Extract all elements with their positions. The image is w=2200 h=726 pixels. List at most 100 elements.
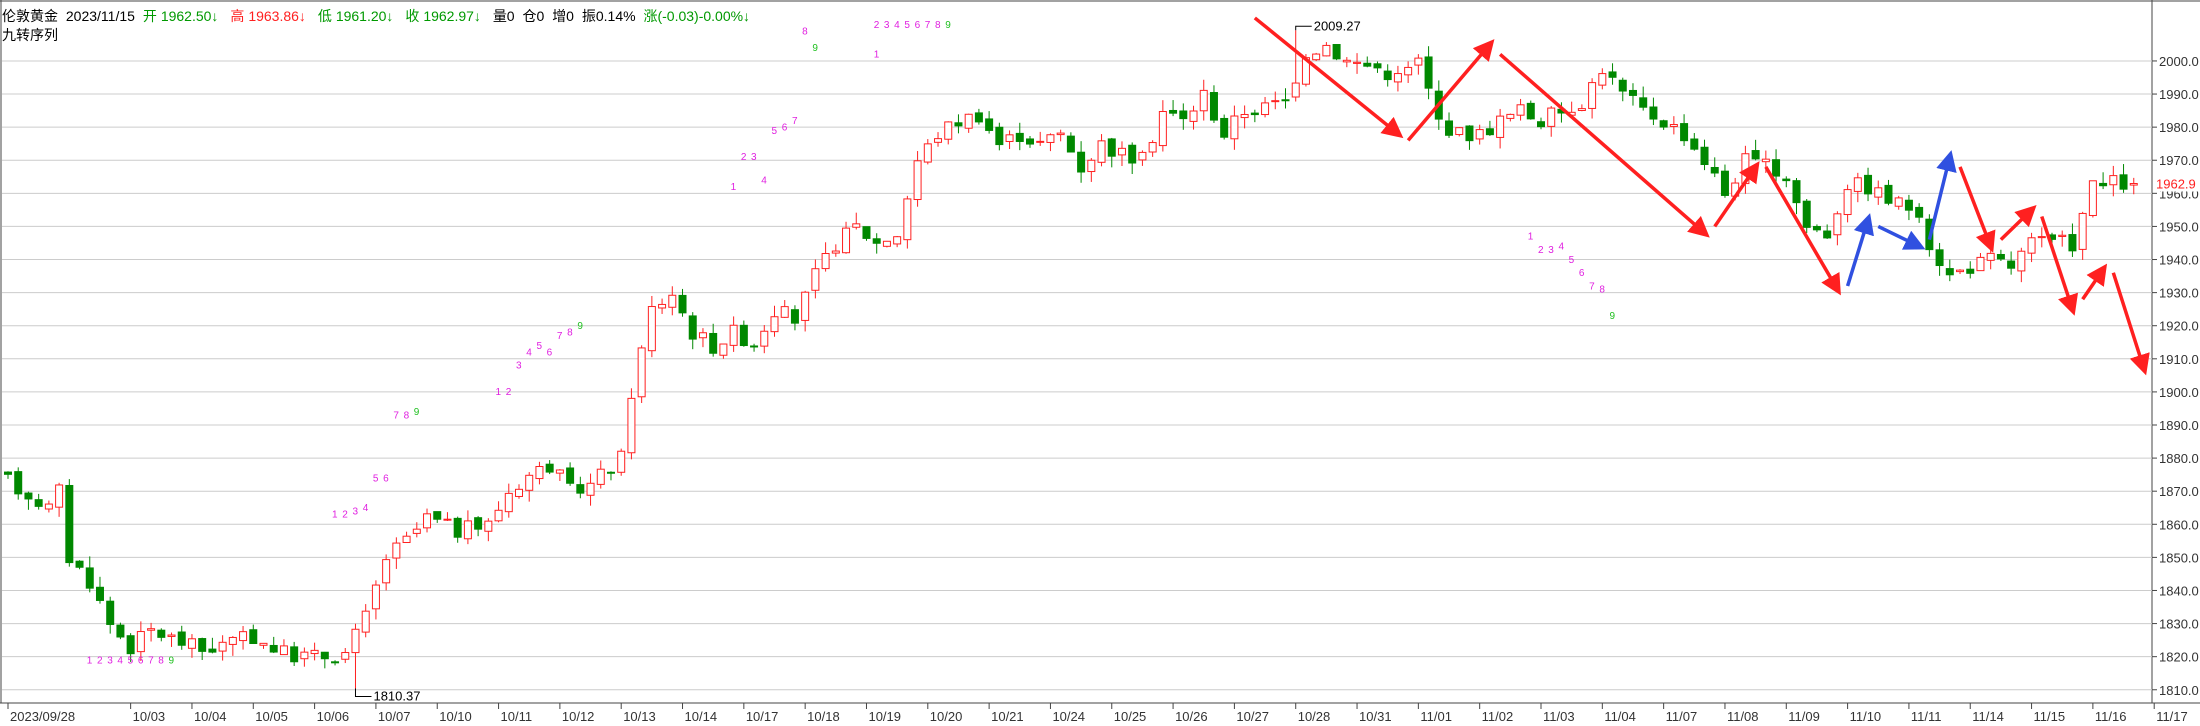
candle-body — [44, 503, 53, 510]
candlestick-chart[interactable]: 1810.0 1820.0 1830.0 1840.0 1850.0 1860.0 1870… — [0, 0, 2200, 726]
candle-down — [453, 516, 462, 543]
candle-body — [1220, 117, 1229, 138]
candle-down — [1107, 137, 1116, 168]
candle-body — [760, 330, 769, 347]
candle-body — [790, 309, 799, 324]
candle-up — [1547, 106, 1556, 137]
candle-body — [1496, 115, 1505, 138]
candle-body — [1812, 226, 1821, 231]
nine-seq-number: 8 — [1599, 285, 1605, 296]
x-tick-label: 10/20 — [930, 709, 963, 724]
candle-body — [647, 306, 656, 352]
x-tick-label: 10/03 — [133, 709, 166, 724]
candle-body — [1782, 178, 1791, 182]
candle-up — [1475, 124, 1484, 145]
candle-down — [709, 323, 718, 357]
candle-body — [1802, 200, 1811, 228]
candle-body — [2007, 260, 2016, 269]
candle-body — [34, 499, 43, 507]
candle-down — [1639, 86, 1648, 111]
candle-body — [1353, 61, 1362, 64]
candle-body — [1956, 269, 1965, 273]
candle-up — [1097, 134, 1106, 167]
candle-up — [1240, 105, 1249, 129]
candle-up — [1833, 211, 1842, 246]
x-tick-label: 10/21 — [991, 709, 1024, 724]
candle-body — [269, 644, 278, 653]
candle-body — [2088, 180, 2097, 217]
candle-body — [1179, 110, 1188, 120]
candle-up — [882, 240, 891, 248]
nine-seq-number: 6 — [547, 348, 553, 359]
candle-body — [923, 143, 932, 163]
x-tick-label: 11/15 — [2034, 709, 2066, 724]
nine-seq-number: 7 — [148, 655, 154, 666]
nine-seq-number: 3 — [516, 361, 522, 372]
candle-body — [2099, 182, 2108, 187]
nine-seq-number: 3 — [1548, 245, 1554, 256]
candle-body — [1404, 66, 1413, 76]
candle-body — [658, 303, 667, 309]
candle-body — [1864, 174, 1873, 195]
volume-readout: 量0 — [492, 8, 515, 24]
x-tick-label: 11/14 — [1972, 709, 2004, 724]
y-tick-label: 1930.0 — [2159, 286, 2199, 301]
candle-up — [147, 622, 156, 642]
candle-down — [1281, 88, 1290, 109]
y-tick-label: 1970.0 — [2159, 153, 2199, 168]
candle-body — [1945, 268, 1954, 276]
change-readout: 涨(-0.03)-0.00%↓ — [643, 8, 751, 24]
candle-body — [1547, 107, 1556, 127]
nine-seq-number: 1 — [496, 387, 502, 398]
candle-up — [1230, 105, 1239, 150]
candle-up — [2017, 247, 2026, 283]
chart-window[interactable]: 1810.0 1820.0 1830.0 1840.0 1850.0 1860.0 1870… — [0, 0, 2200, 726]
candle-up — [1669, 116, 1678, 135]
y-tick-label: 1950.0 — [2159, 219, 2199, 234]
candle-body — [2119, 174, 2128, 190]
x-tick-label: 10/05 — [255, 709, 288, 724]
candle-body — [1659, 120, 1668, 128]
candle-down — [1445, 112, 1454, 138]
candle-body — [872, 238, 881, 244]
candle-body — [576, 484, 585, 494]
candle-body — [228, 636, 237, 645]
candle-down — [1485, 120, 1494, 136]
x-tick-label: 11/11 — [1911, 709, 1942, 724]
candle-up — [1956, 269, 1965, 275]
quote-info-bar: 伦敦黄金 2023/11/15 开 1962.50↓ 高 1963.86↓ 低 196… — [2, 6, 754, 26]
candle-up — [239, 626, 248, 650]
trend-arrow — [1999, 205, 2037, 241]
candle-down — [95, 576, 104, 604]
candle-body — [1087, 159, 1096, 173]
x-tick-label: 10/11 — [501, 709, 533, 724]
y-tick-label: 1890.0 — [2159, 418, 2199, 433]
candle-body — [423, 513, 432, 529]
candle-up — [1046, 133, 1055, 152]
candle-up — [1158, 100, 1167, 152]
candle-body — [545, 463, 554, 473]
candle-down — [985, 111, 994, 134]
low-marker-label: 1810.37 — [373, 689, 420, 704]
candle-up — [2037, 227, 2046, 248]
low-marker: 1810.37 — [354, 688, 420, 704]
candle-up — [351, 623, 360, 689]
y-tick-label: 1820.0 — [2159, 650, 2199, 665]
candle-body — [555, 469, 564, 474]
candle-body — [1465, 125, 1474, 142]
candle-body — [157, 629, 166, 638]
nine-seq-number: 3 — [352, 506, 358, 517]
candle-up — [596, 460, 605, 489]
candle-down — [1690, 133, 1699, 151]
candle-body — [361, 610, 370, 633]
candle-down — [862, 226, 871, 241]
candle-body — [1158, 111, 1167, 147]
candle-down — [1373, 61, 1382, 73]
high-value: 1963.86↓ — [248, 8, 306, 24]
candle-body — [167, 634, 176, 637]
candle-down — [116, 622, 125, 640]
candle-up — [586, 473, 595, 506]
candle-down — [1966, 261, 1975, 279]
candle-body — [1322, 44, 1331, 57]
nine-seq-number: 4 — [526, 348, 532, 359]
